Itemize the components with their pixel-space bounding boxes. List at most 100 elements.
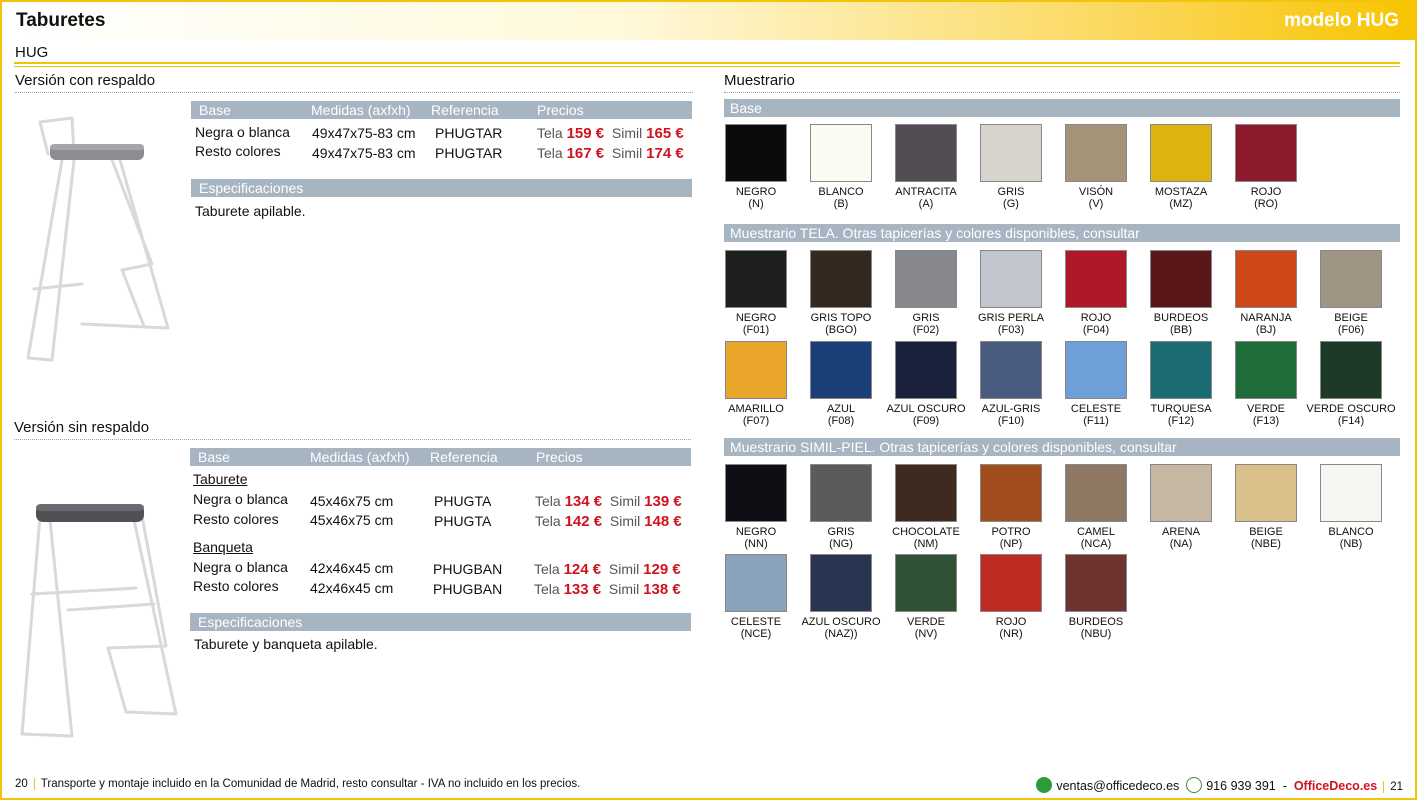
phone-icon: [1186, 777, 1203, 793]
swatch-name: ROJO: [1250, 186, 1282, 198]
col-referencia: Referencia: [431, 102, 499, 118]
row-base: Resto colores: [193, 578, 279, 594]
tela-label: Tela: [534, 581, 560, 597]
swatch-label: ROJO (F04): [1048, 312, 1144, 336]
swatch-azul-gris: [980, 341, 1042, 399]
swatch-label: CELESTE (F11): [1048, 403, 1144, 427]
tela-price: 142 €: [564, 513, 603, 530]
swatch-label: VERDE OSCURO (F14): [1303, 403, 1399, 427]
swatch-label: ROJO (NR): [963, 616, 1059, 640]
swatch-code: (B): [833, 198, 849, 210]
swatch-label: BEIGE (NBE): [1218, 526, 1314, 550]
spec-header-sin-respaldo: Especificaciones: [190, 613, 691, 631]
swatch-name: NARANJA: [1240, 312, 1292, 324]
swatch-label: NEGRO (NN): [708, 526, 804, 550]
footer-disclaimer: Transporte y montaje incluido en la Comu…: [40, 778, 581, 790]
tela-label: Tela: [537, 125, 563, 141]
row-medidas: 49x47x75-83 cm: [312, 145, 416, 161]
swatch-code: (G): [1003, 198, 1019, 210]
swatch-code: (F06): [1337, 324, 1365, 336]
gold-divider: [14, 62, 1400, 67]
swatch-azul: [810, 341, 872, 399]
row-prices: Tela 134 € Simil 139 €: [535, 493, 682, 510]
swatch-name: VERDE OSCURO: [1306, 403, 1396, 415]
row-referencia: PHUGTA: [434, 513, 492, 529]
swatch-label: BLANCO (B): [793, 186, 889, 210]
footer-contact: ventas@officedeco.es 916 939 391 - Offic…: [1036, 777, 1403, 793]
swatch-camel: [1065, 464, 1127, 522]
row-base: Negra o blanca: [193, 491, 288, 507]
swatch-code: (NB): [1339, 538, 1363, 550]
swatch-name: NEGRO: [735, 186, 777, 198]
swatch-gris: [895, 250, 957, 308]
swatch-code: (F10): [997, 415, 1025, 427]
row-medidas: 42x46x45 cm: [310, 560, 394, 576]
swatch-code: (F09): [912, 415, 940, 427]
swatch-code: (F08): [827, 415, 855, 427]
swatch-label: BURDEOS (BB): [1133, 312, 1229, 336]
swatch-name: BURDEOS: [1068, 616, 1124, 628]
swatch-gris-topo: [810, 250, 872, 308]
swatch-name: AZUL-GRIS: [981, 403, 1041, 415]
swatch-name: POTRO: [991, 526, 1031, 538]
row-base: Negra o blanca: [193, 559, 288, 575]
simil-price: 129 €: [643, 561, 681, 578]
swatch-name: CAMEL: [1077, 526, 1115, 538]
swatch-code: (NCA): [1080, 538, 1112, 550]
tela-label: Tela: [535, 493, 561, 509]
swatch-label: MOSTAZA (MZ): [1133, 186, 1229, 210]
swatch-name: ANTRACITA: [895, 186, 957, 198]
swatch-antracita: [895, 124, 957, 182]
tela-swatch-header: Muestrario TELA. Otras tapicerías y colo…: [724, 224, 1400, 242]
swatch-code: (NBE): [1251, 538, 1281, 550]
tela-label: Tela: [535, 513, 561, 529]
tela-price: 134 €: [564, 493, 603, 510]
swatch-negro: [725, 124, 787, 182]
swatch-name: CELESTE: [1070, 403, 1122, 415]
col-precios: Precios: [537, 102, 584, 118]
spec-heading: Especificaciones: [199, 180, 304, 196]
swatch-label: CELESTE (NCE): [708, 616, 804, 640]
swatch-code: (NG): [829, 538, 853, 550]
swatch-label: AMARILLO (F07): [708, 403, 804, 427]
simil-label: Simil: [609, 513, 641, 529]
swatch-code: (NV): [914, 628, 938, 640]
swatch-code: (BJ): [1255, 324, 1277, 336]
row-base: Negra o blanca: [195, 124, 290, 140]
col-base: Base: [199, 102, 231, 118]
swatch-verde: [895, 554, 957, 612]
swatch-label: BLANCO (NB): [1303, 526, 1399, 550]
row-medidas: 42x46x45 cm: [310, 580, 394, 596]
swatch-code: (NCE): [740, 628, 772, 640]
swatch-name: TURQUESA: [1150, 403, 1212, 415]
swatch-label: ROJO (RO): [1218, 186, 1314, 210]
swatch-rojo: [1065, 250, 1127, 308]
swatch-code: (NAZ)): [824, 628, 858, 640]
swatch-label: BEIGE (F06): [1303, 312, 1399, 336]
swatch-name: ROJO: [995, 616, 1027, 628]
swatch-label: POTRO (NP): [963, 526, 1059, 550]
swatch-code: (F11): [1083, 415, 1109, 427]
swatch-label: TURQUESA (F12): [1133, 403, 1229, 427]
brand-link[interactable]: OfficeDeco.es: [1294, 779, 1377, 793]
contact-email[interactable]: ventas@officedeco.es: [1056, 779, 1179, 793]
simil-price: 174 €: [646, 145, 684, 162]
simil-label: Simil: [608, 581, 640, 597]
row-base: Resto colores: [193, 511, 279, 527]
swatch-name: BURDEOS: [1153, 312, 1209, 324]
simil-swatch-header: Muestrario SIMIL-PIEL. Otras tapicerías …: [724, 438, 1400, 456]
contact-phone: 916 939 391: [1206, 779, 1276, 793]
swatch-celeste: [725, 554, 787, 612]
simil-price: 148 €: [644, 513, 682, 530]
swatch-label: GRIS (G): [963, 186, 1059, 210]
row-referencia: PHUGTAR: [435, 125, 503, 141]
swatch-beige: [1235, 464, 1297, 522]
swatch-label: GRIS PERLA (F03): [963, 312, 1059, 336]
swatch-label: ANTRACITA (A): [878, 186, 974, 210]
tela-label: Tela: [537, 145, 563, 161]
section-title-sin-respaldo: Versión sin respaldo: [14, 419, 150, 436]
swatch-code: (NP): [999, 538, 1023, 550]
row-medidas: 49x47x75-83 cm: [312, 125, 416, 141]
header-band: Taburetes modelo HUG: [2, 2, 1415, 40]
swatch-code: (MZ): [1169, 198, 1193, 210]
